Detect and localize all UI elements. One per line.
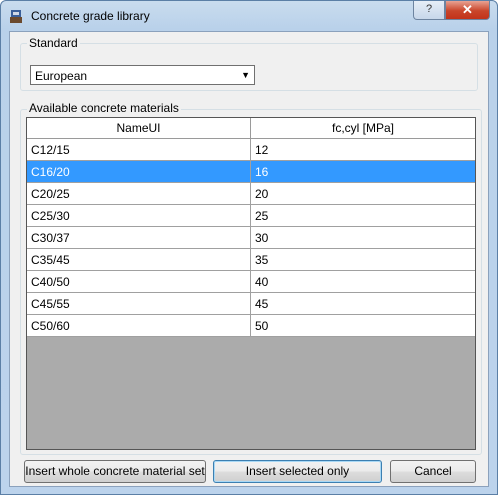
material-name-cell[interactable]: C16/20 [27, 161, 251, 182]
material-name-cell[interactable]: C20/25 [27, 183, 251, 204]
fc-cyl-cell[interactable]: 30 [251, 227, 475, 248]
material-name-cell[interactable]: C25/30 [27, 205, 251, 226]
table-row[interactable]: C35/45 35 [27, 249, 475, 271]
fc-cyl-cell[interactable]: 12 [251, 139, 475, 160]
table-row[interactable]: C40/50 40 [27, 271, 475, 293]
table-row[interactable]: C20/25 20 [27, 183, 475, 205]
insert-whole-set-button[interactable]: Insert whole concrete material set [24, 460, 206, 483]
dialog-body: Standard European ▼ Available concrete m… [9, 31, 489, 487]
table-row[interactable]: C12/15 12 [27, 139, 475, 161]
material-name-cell[interactable]: C30/37 [27, 227, 251, 248]
fc-cyl-cell[interactable]: 50 [251, 315, 475, 336]
title-bar[interactable]: Concrete grade library ? ✕ [1, 1, 497, 31]
table-row[interactable]: C50/60 50 [27, 315, 475, 337]
fc-cyl-cell[interactable]: 25 [251, 205, 475, 226]
material-name-cell[interactable]: C12/15 [27, 139, 251, 160]
chevron-down-icon[interactable]: ▼ [241, 70, 250, 80]
fc-cyl-cell[interactable]: 16 [251, 161, 475, 182]
standard-dropdown[interactable]: European ▼ [30, 65, 255, 85]
fc-cyl-cell[interactable]: 35 [251, 249, 475, 270]
table-header: NameUI fc,cyl [MPa] [27, 118, 475, 139]
cancel-button[interactable]: Cancel [390, 460, 476, 483]
table-rows: C12/15 12 C16/20 16 C20/25 20 C25/30 25 C30/37 30… [27, 139, 475, 337]
material-name-cell[interactable]: C40/50 [27, 271, 251, 292]
material-name-cell[interactable]: C35/45 [27, 249, 251, 270]
insert-selected-button[interactable]: Insert selected only [213, 460, 382, 483]
standard-group-label: Standard [27, 36, 80, 50]
table-row[interactable]: C16/20 16 [27, 161, 475, 183]
fc-cyl-cell[interactable]: 40 [251, 271, 475, 292]
material-name-cell[interactable]: C45/55 [27, 293, 251, 314]
fc-cyl-cell[interactable]: 20 [251, 183, 475, 204]
column-header-fc[interactable]: fc,cyl [MPa] [251, 118, 475, 138]
material-name-cell[interactable]: C50/60 [27, 315, 251, 336]
table-row[interactable]: C25/30 25 [27, 205, 475, 227]
dialog-window: Concrete grade library ? ✕ Standard Euro… [0, 0, 498, 495]
app-icon [10, 10, 22, 23]
close-button[interactable]: ✕ [445, 1, 490, 20]
window-title: Concrete grade library [31, 9, 150, 23]
standard-dropdown-value: European [35, 69, 88, 83]
help-button[interactable]: ? [413, 1, 445, 20]
table-row[interactable]: C45/55 45 [27, 293, 475, 315]
table-row[interactable]: C30/37 30 [27, 227, 475, 249]
fc-cyl-cell[interactable]: 45 [251, 293, 475, 314]
materials-group-label: Available concrete materials [27, 101, 181, 115]
materials-table[interactable]: NameUI fc,cyl [MPa] C12/15 12 C16/20 16 C20/… [26, 117, 476, 450]
column-header-name[interactable]: NameUI [27, 118, 251, 138]
